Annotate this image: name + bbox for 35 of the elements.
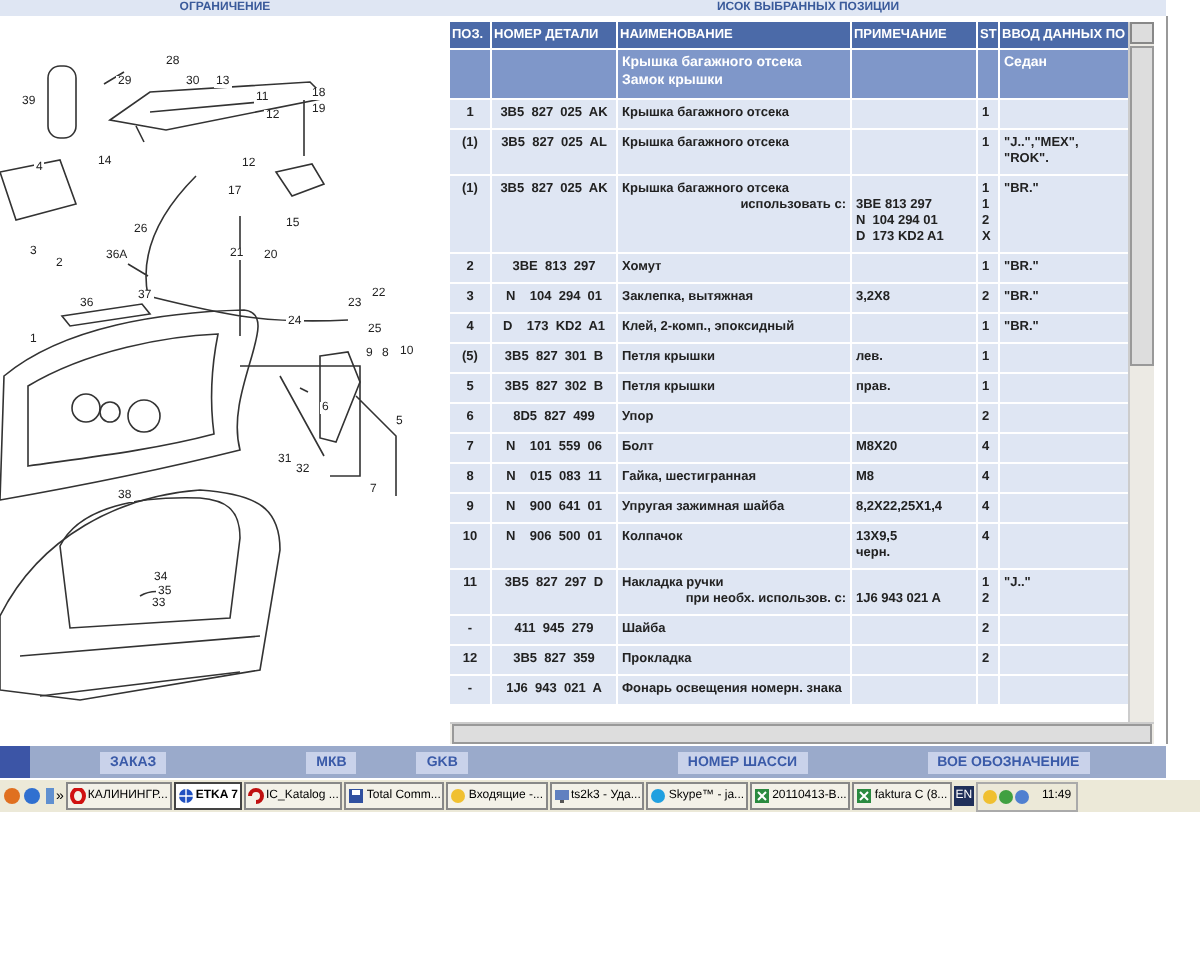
- table-cell: [978, 676, 998, 704]
- table-cell: [1000, 374, 1128, 402]
- table-cell: [1000, 464, 1128, 492]
- header-cell: [450, 50, 490, 98]
- table-cell: [1000, 404, 1128, 432]
- table-cell: [852, 676, 976, 704]
- horizontal-scrollbar[interactable]: [450, 722, 1154, 744]
- o-logo-icon: [69, 788, 86, 804]
- swirl-icon: [248, 788, 265, 804]
- table-cell: [1000, 524, 1128, 568]
- table-cell: [1000, 616, 1128, 644]
- table-cell: [852, 254, 976, 282]
- tray-icon[interactable]: [982, 787, 1035, 805]
- table-cell: [1000, 676, 1128, 704]
- table-cell: [852, 404, 976, 432]
- table-cell: [1000, 344, 1128, 372]
- table-cell: [1000, 434, 1128, 462]
- table-cell: [1000, 494, 1128, 522]
- vertical-scrollbar[interactable]: [1128, 22, 1154, 722]
- globe-icon: [177, 788, 194, 804]
- table-cell: [1000, 100, 1128, 128]
- spreadsheet-icon: [754, 788, 771, 804]
- table-cell: [1000, 646, 1128, 674]
- table-cell: [852, 130, 976, 174]
- spreadsheet-icon: [856, 788, 873, 804]
- table-cell: [852, 100, 976, 128]
- table-cell: [852, 646, 976, 674]
- header-cell: [492, 50, 616, 98]
- corner-block: [0, 746, 30, 778]
- table-cell: [852, 314, 976, 342]
- header-cell: [978, 50, 998, 98]
- header-cell: [852, 50, 976, 98]
- quick-launch-icon[interactable]: [2, 786, 54, 806]
- table-cell: [852, 616, 976, 644]
- monitor-icon: [553, 788, 570, 804]
